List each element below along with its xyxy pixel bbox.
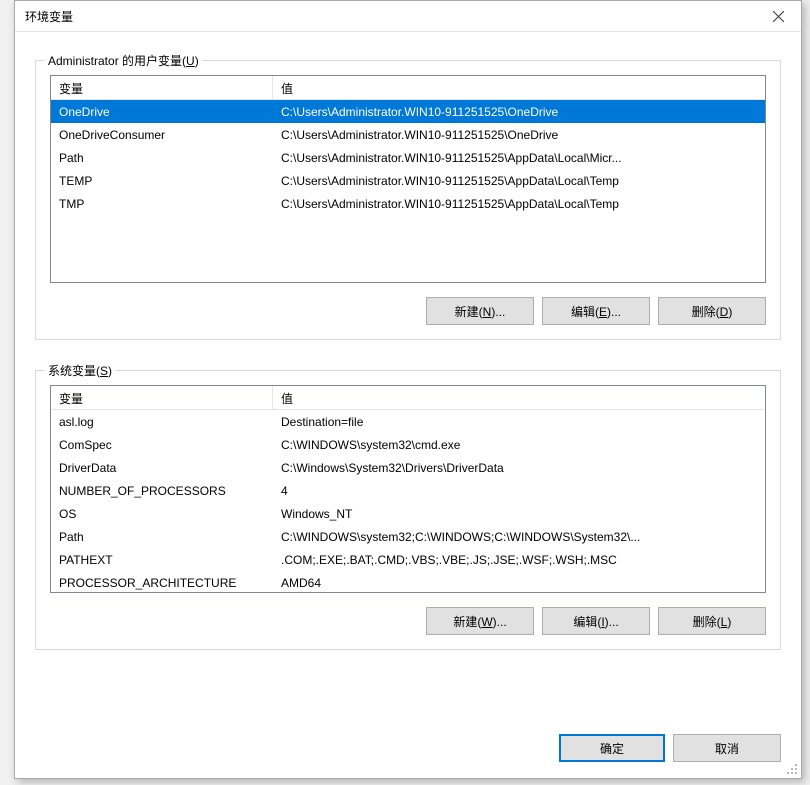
user-edit-suffix: )...: [607, 305, 621, 319]
user-edit-prefix: 编辑(: [571, 305, 599, 319]
user-table-body[interactable]: OneDriveC:\Users\Administrator.WIN10-911…: [51, 100, 765, 282]
table-row[interactable]: DriverDataC:\Windows\System32\Drivers\Dr…: [51, 456, 765, 479]
cell-var: Path: [51, 527, 273, 547]
user-vars-group: Administrator 的用户变量(U) 变量 值 OneDriveC:\U…: [35, 60, 781, 340]
cell-val: Destination=file: [273, 412, 765, 432]
table-row[interactable]: PROCESSOR_ARCHITECTUREAMD64: [51, 571, 765, 592]
cell-val: C:\Users\Administrator.WIN10-911251525\O…: [273, 102, 765, 122]
sys-label-hotkey: S: [100, 364, 108, 378]
sys-delete-prefix: 删除(: [693, 615, 721, 629]
system-table-body[interactable]: asl.logDestination=fileComSpecC:\WINDOWS…: [51, 410, 765, 592]
cell-val: C:\Users\Administrator.WIN10-911251525\A…: [273, 171, 765, 191]
resize-grip[interactable]: [785, 762, 799, 776]
user-table-header: 变量 值: [51, 76, 765, 100]
cell-var: TEMP: [51, 171, 273, 191]
user-vars-label: Administrator 的用户变量(U): [45, 52, 202, 69]
env-vars-dialog: 环境变量 Administrator 的用户变量(U) 变量 值 OneDriv…: [14, 0, 802, 779]
cell-val: Windows_NT: [273, 504, 765, 524]
user-delete-suffix: ): [728, 305, 732, 319]
cancel-button[interactable]: 取消: [673, 734, 781, 762]
cell-val: C:\Users\Administrator.WIN10-911251525\A…: [273, 194, 765, 214]
table-row[interactable]: NUMBER_OF_PROCESSORS4: [51, 479, 765, 502]
table-row[interactable]: OneDriveC:\Users\Administrator.WIN10-911…: [51, 100, 765, 123]
user-edit-hotkey: E: [599, 305, 607, 319]
system-vars-group: 系统变量(S) 变量 值 asl.logDestination=fileComS…: [35, 370, 781, 650]
dialog-content: Administrator 的用户变量(U) 变量 值 OneDriveC:\U…: [15, 32, 801, 778]
system-delete-button[interactable]: 删除(L): [658, 607, 766, 635]
user-new-button[interactable]: 新建(N)...: [426, 297, 534, 325]
cell-val: C:\Users\Administrator.WIN10-911251525\A…: [273, 148, 765, 168]
system-edit-button[interactable]: 编辑(I)...: [542, 607, 650, 635]
sys-edit-prefix: 编辑(: [573, 615, 601, 629]
dialog-title: 环境变量: [25, 8, 755, 25]
system-table-header: 变量 值: [51, 386, 765, 410]
sys-new-hotkey: W: [481, 615, 492, 629]
cell-var: NUMBER_OF_PROCESSORS: [51, 481, 273, 501]
table-row[interactable]: ComSpecC:\WINDOWS\system32\cmd.exe: [51, 433, 765, 456]
cell-var: OneDrive: [51, 102, 273, 122]
user-label-prefix: Administrator 的用户变量(: [48, 54, 186, 68]
titlebar: 环境变量: [15, 1, 801, 32]
table-row[interactable]: asl.logDestination=file: [51, 410, 765, 433]
cell-val: C:\Users\Administrator.WIN10-911251525\O…: [273, 125, 765, 145]
cell-val: .COM;.EXE;.BAT;.CMD;.VBS;.VBE;.JS;.JSE;.…: [273, 550, 765, 570]
cell-val: 4: [273, 481, 765, 501]
sys-header-val[interactable]: 值: [273, 386, 765, 409]
system-vars-label: 系统变量(S): [45, 362, 115, 379]
table-row[interactable]: PathC:\WINDOWS\system32;C:\WINDOWS;C:\WI…: [51, 525, 765, 548]
cell-val: C:\WINDOWS\system32;C:\WINDOWS;C:\WINDOW…: [273, 527, 765, 547]
user-header-val[interactable]: 值: [273, 76, 765, 99]
cell-var: DriverData: [51, 458, 273, 478]
close-button[interactable]: [755, 1, 801, 31]
user-delete-button[interactable]: 删除(D): [658, 297, 766, 325]
user-delete-prefix: 删除(: [692, 305, 720, 319]
table-row[interactable]: TMPC:\Users\Administrator.WIN10-91125152…: [51, 192, 765, 215]
table-row[interactable]: TEMPC:\Users\Administrator.WIN10-9112515…: [51, 169, 765, 192]
user-label-suffix: ): [195, 54, 199, 68]
dialog-footer: 确定 取消: [35, 720, 781, 762]
user-edit-button[interactable]: 编辑(E)...: [542, 297, 650, 325]
user-label-hotkey: U: [186, 54, 195, 68]
sys-new-prefix: 新建(: [453, 615, 481, 629]
system-button-row: 新建(W)... 编辑(I)... 删除(L): [50, 607, 766, 635]
sys-label-suffix: ): [108, 364, 112, 378]
table-row[interactable]: OSWindows_NT: [51, 502, 765, 525]
cell-var: Path: [51, 148, 273, 168]
cell-var: asl.log: [51, 412, 273, 432]
user-button-row: 新建(N)... 编辑(E)... 删除(D): [50, 297, 766, 325]
resize-grip-icon: [785, 762, 799, 776]
system-new-button[interactable]: 新建(W)...: [426, 607, 534, 635]
cell-var: ComSpec: [51, 435, 273, 455]
cell-var: PATHEXT: [51, 550, 273, 570]
table-row[interactable]: OneDriveConsumerC:\Users\Administrator.W…: [51, 123, 765, 146]
cell-var: OS: [51, 504, 273, 524]
sys-label-prefix: 系统变量(: [48, 364, 100, 378]
sys-header-var[interactable]: 变量: [51, 386, 273, 409]
cell-var: OneDriveConsumer: [51, 125, 273, 145]
user-vars-table[interactable]: 变量 值 OneDriveC:\Users\Administrator.WIN1…: [50, 75, 766, 283]
background-right: [802, 0, 810, 785]
user-new-prefix: 新建(: [455, 305, 483, 319]
sys-edit-suffix: )...: [605, 615, 619, 629]
user-header-var[interactable]: 变量: [51, 76, 273, 99]
sys-delete-suffix: ): [727, 615, 731, 629]
system-vars-table[interactable]: 变量 值 asl.logDestination=fileComSpecC:\WI…: [50, 385, 766, 593]
user-new-suffix: )...: [491, 305, 505, 319]
cell-var: TMP: [51, 194, 273, 214]
cell-var: PROCESSOR_ARCHITECTURE: [51, 573, 273, 593]
cell-val: C:\Windows\System32\Drivers\DriverData: [273, 458, 765, 478]
ok-button[interactable]: 确定: [559, 734, 665, 762]
sys-new-suffix: )...: [493, 615, 507, 629]
cell-val: C:\WINDOWS\system32\cmd.exe: [273, 435, 765, 455]
close-icon: [773, 11, 784, 22]
background-left: [0, 0, 14, 785]
table-row[interactable]: PATHEXT.COM;.EXE;.BAT;.CMD;.VBS;.VBE;.JS…: [51, 548, 765, 571]
table-row[interactable]: PathC:\Users\Administrator.WIN10-9112515…: [51, 146, 765, 169]
cell-val: AMD64: [273, 573, 765, 593]
